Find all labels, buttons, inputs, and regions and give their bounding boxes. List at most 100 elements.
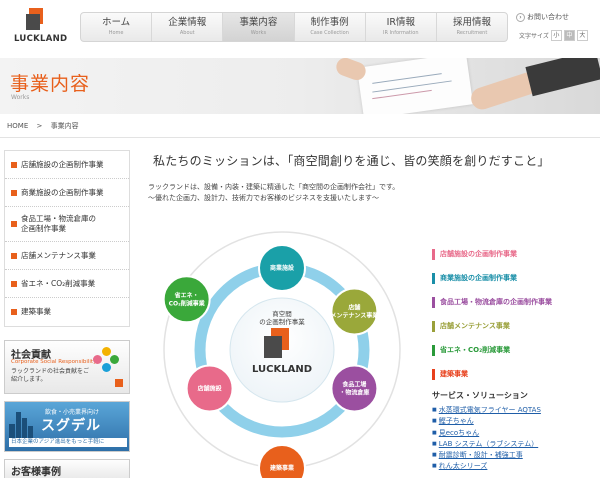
breadcrumb-home-link[interactable]: HOME — [7, 122, 28, 130]
sidebar-item-label: 食品工場・物流倉庫の企画制作事業 — [21, 214, 96, 233]
legend-label: 食品工場・物流倉庫の企画制作事業 — [440, 298, 552, 306]
business-legend: 店舗施設の企画制作事業 商業施設の企画制作事業 食品工場・物流倉庫の企画制作事業… — [432, 242, 597, 386]
legend-item-maintenance[interactable]: 店舗メンテナンス事業 — [432, 314, 597, 338]
nav-works[interactable]: 事業内容 Works — [223, 13, 295, 41]
legend-label: 建築事業 — [440, 370, 468, 378]
font-size-medium-button[interactable]: 中 — [563, 30, 575, 41]
contact-link[interactable]: › お問い合わせ — [516, 12, 569, 22]
diagram-node[interactable]: 店舗施設 — [185, 364, 234, 413]
sidebar-item-energy-saving[interactable]: 省エネ・CO₂削減事業 — [5, 270, 129, 298]
nav-label: IR情報 — [386, 17, 415, 28]
services-section: サービス・ソリューション 水蒸環式電気フライヤー AQTAS 鰹子ちゃん 見ec… — [432, 390, 597, 473]
link-arrow-icon — [115, 379, 123, 387]
nav-sublabel: Works — [250, 30, 267, 36]
nav-home[interactable]: ホーム Home — [81, 13, 153, 41]
luckland-logo[interactable]: LUCKLAND — [14, 8, 68, 48]
page-title: 事業内容 — [10, 73, 91, 95]
service-link[interactable]: 見ecoちゃん — [432, 428, 597, 439]
business-diagram: 商空間の企画制作事業 LUCKLAND 商業施設店舗メンテナンス事業食品工場・物… — [162, 231, 401, 478]
breadcrumb-separator: > — [36, 122, 43, 130]
sugderu-banner[interactable]: 飲食・小売業界向け スグデル 日本企業のアジア進出をもっと手軽に — [4, 401, 130, 452]
legend-label: 商業施設の企画制作事業 — [440, 274, 517, 282]
divider — [0, 137, 600, 138]
nav-sublabel: Case Collection — [310, 30, 349, 36]
sugderu-subtitle: 日本企業のアジア進出をもっと手軽に — [11, 439, 105, 445]
legend-item-commercial-facilities[interactable]: 商業施設の企画制作事業 — [432, 266, 597, 290]
nav-label: 制作事例 — [310, 17, 349, 28]
diagram-node[interactable]: 店舗メンテナンス事業 — [330, 287, 379, 336]
diagram-node[interactable]: 商業施設 — [258, 244, 306, 292]
nav-sublabel: Recruitment — [456, 30, 488, 36]
colorful-dots-icon — [93, 347, 119, 373]
sidebar-item-label: 省エネ・CO₂削減事業 — [21, 278, 96, 288]
sidebar-item-commercial-facilities[interactable]: 商業施設の企画制作事業 — [5, 179, 129, 207]
service-link[interactable]: LAB システム（ラブシステム） — [432, 439, 597, 450]
diagram-node-label: 商業施設 — [270, 264, 295, 272]
service-link[interactable]: 耐震診断・設計・補強工事 — [432, 450, 597, 461]
case-study-banner[interactable]: お客様事例 — [4, 459, 130, 478]
nav-about[interactable]: 企業情報 About — [152, 13, 224, 41]
service-link[interactable]: れん太シリーズ — [432, 461, 597, 472]
diagram-node-label: 食品工場 — [341, 380, 366, 388]
diagram-node-circle — [258, 444, 306, 478]
mission-statement: 私たちのミッションは、「商空間創りを通じ、皆の笑顔を創りだすこと」 — [153, 154, 550, 168]
diagram-node-label: 建築事業 — [270, 464, 295, 472]
csr-banner[interactable]: 社会貢献 Corporate Social Responsibility ラック… — [4, 340, 130, 394]
legend-item-food-factory[interactable]: 食品工場・物流倉庫の企画制作事業 — [432, 290, 597, 314]
csr-subtitle: Corporate Social Responsibility — [11, 359, 97, 365]
breadcrumb: HOME > 事業内容 — [7, 121, 85, 131]
nav-ir[interactable]: IR情報 IR Information — [366, 13, 437, 41]
font-size-small-button[interactable]: 小 — [550, 30, 562, 41]
color-bar — [432, 344, 435, 356]
sidebar-item-construction[interactable]: 建築事業 — [5, 298, 129, 326]
sidebar-item-store-facilities[interactable]: 店舗施設の企画制作事業 — [5, 151, 129, 179]
sidebar: 店舗施設の企画制作事業 商業施設の企画制作事業 食品工場・物流倉庫の企画制作事業… — [4, 150, 130, 327]
legend-item-construction[interactable]: 建築事業 — [432, 362, 597, 386]
sidebar-item-label: 建築事業 — [21, 307, 51, 316]
bullet-square-icon — [11, 221, 17, 227]
intro-line-2: 〜優れた企画力、設計力、技術力でお客様のビジネスを支援いたします〜 — [148, 194, 379, 202]
intro-text: ラックランドは、設備・内装・建築に精通した「商空間の企画制作会社」です。 〜優れ… — [148, 182, 399, 204]
legend-label: 店舗メンテナンス事業 — [440, 322, 510, 330]
page-banner: 事業内容 Works — [0, 58, 600, 114]
nav-label: 企業情報 — [168, 17, 207, 28]
diagram-node[interactable]: 食品工場・物流倉庫 — [330, 364, 379, 413]
sidebar-item-label: 店舗メンテナンス事業 — [21, 250, 96, 260]
logo-text: LUCKLAND — [14, 34, 68, 44]
legend-item-energy-saving[interactable]: 省エネ・CO₂削減事業 — [432, 338, 597, 362]
diagram-node-label: 店舗 — [348, 304, 360, 312]
case-study-title: お客様事例 — [11, 467, 61, 478]
nav-label: 事業内容 — [239, 17, 278, 28]
services-title: サービス・ソリューション — [432, 391, 528, 400]
diagram-node[interactable]: 建築事業 — [258, 444, 306, 478]
diagram-node[interactable]: 省エネ・CO₂削減事業 — [162, 275, 211, 324]
diagram-node-label: ・物流倉庫 — [339, 388, 369, 396]
font-size-label: 文字サイズ — [519, 33, 549, 40]
sidebar-item-maintenance[interactable]: 店舗メンテナンス事業 — [5, 242, 129, 270]
breadcrumb-current: 事業内容 — [50, 122, 79, 130]
bullet-square-icon — [11, 252, 17, 259]
legend-item-store-facilities[interactable]: 店舗施設の企画制作事業 — [432, 242, 597, 266]
legend-label: 省エネ・CO₂削減事業 — [440, 346, 511, 354]
diagram-node-label: CO₂削減事業 — [169, 299, 206, 307]
color-bar — [432, 320, 435, 332]
sugderu-title: スグデル — [41, 418, 101, 434]
bullet-square-icon — [11, 189, 17, 196]
logo-mark-icon — [26, 8, 46, 30]
service-link[interactable]: 水蒸環式電気フライヤー AQTAS — [432, 405, 597, 416]
service-link[interactable]: 鰹子ちゃん — [432, 416, 597, 427]
sidebar-item-label: 店舗施設の企画制作事業 — [21, 159, 104, 169]
sidebar-item-food-factory[interactable]: 食品工場・物流倉庫の企画制作事業 — [5, 207, 129, 242]
arrow-right-icon: › — [516, 13, 525, 22]
page-subtitle: Works — [11, 94, 30, 101]
diagram-node-label: 店舗施設 — [198, 384, 223, 392]
nav-recruitment[interactable]: 採用情報 Recruitment — [437, 13, 507, 41]
font-size-large-button[interactable]: 大 — [576, 30, 588, 41]
color-bar — [432, 248, 435, 260]
bullet-square-icon — [11, 161, 17, 168]
global-nav: ホーム Home 企業情報 About 事業内容 Works 制作事例 Case… — [80, 12, 508, 42]
nav-label: 採用情報 — [452, 17, 491, 28]
nav-sublabel: Home — [108, 30, 124, 36]
nav-case-collection[interactable]: 制作事例 Case Collection — [295, 13, 366, 41]
intro-line-1: ラックランドは、設備・内装・建築に精通した「商空間の企画制作会社」です。 — [148, 183, 400, 191]
